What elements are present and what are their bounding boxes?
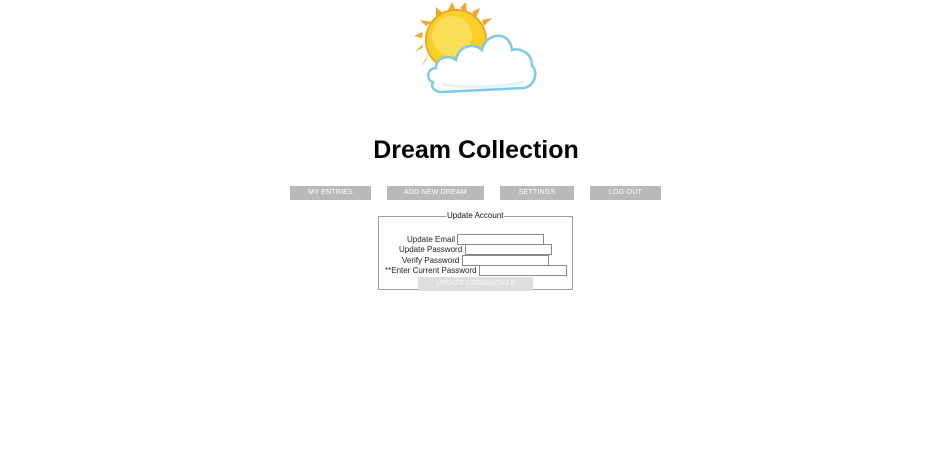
add-new-dream-button[interactable]: ADD NEW DREAM xyxy=(387,186,484,200)
update-account-form: Update Account Update Email Update Passw… xyxy=(378,211,574,291)
update-password-row: Update Password xyxy=(379,244,574,255)
update-credentials-button[interactable]: UPDATE CREDENTIALS xyxy=(418,277,533,291)
update-password-label: Update Password xyxy=(399,245,463,254)
sun-behind-cloud-icon xyxy=(414,2,537,94)
page: Dream Collection MY ENTRIES ADD NEW DREA… xyxy=(0,0,952,458)
my-entries-button[interactable]: MY ENTRIES xyxy=(290,186,371,200)
current-password-label: **Enter Current Password xyxy=(385,266,477,275)
log-out-button[interactable]: LOG-OUT xyxy=(590,186,661,200)
page-title: Dream Collection xyxy=(373,136,579,164)
update-password-field[interactable] xyxy=(465,244,552,255)
settings-button[interactable]: SETTINGS xyxy=(500,186,574,200)
current-password-row: **Enter Current Password xyxy=(379,265,574,276)
update-account-legend: Update Account xyxy=(447,211,504,220)
main-nav: MY ENTRIES ADD NEW DREAM SETTINGS LOG-OU… xyxy=(0,186,952,200)
current-password-field[interactable] xyxy=(479,265,567,276)
